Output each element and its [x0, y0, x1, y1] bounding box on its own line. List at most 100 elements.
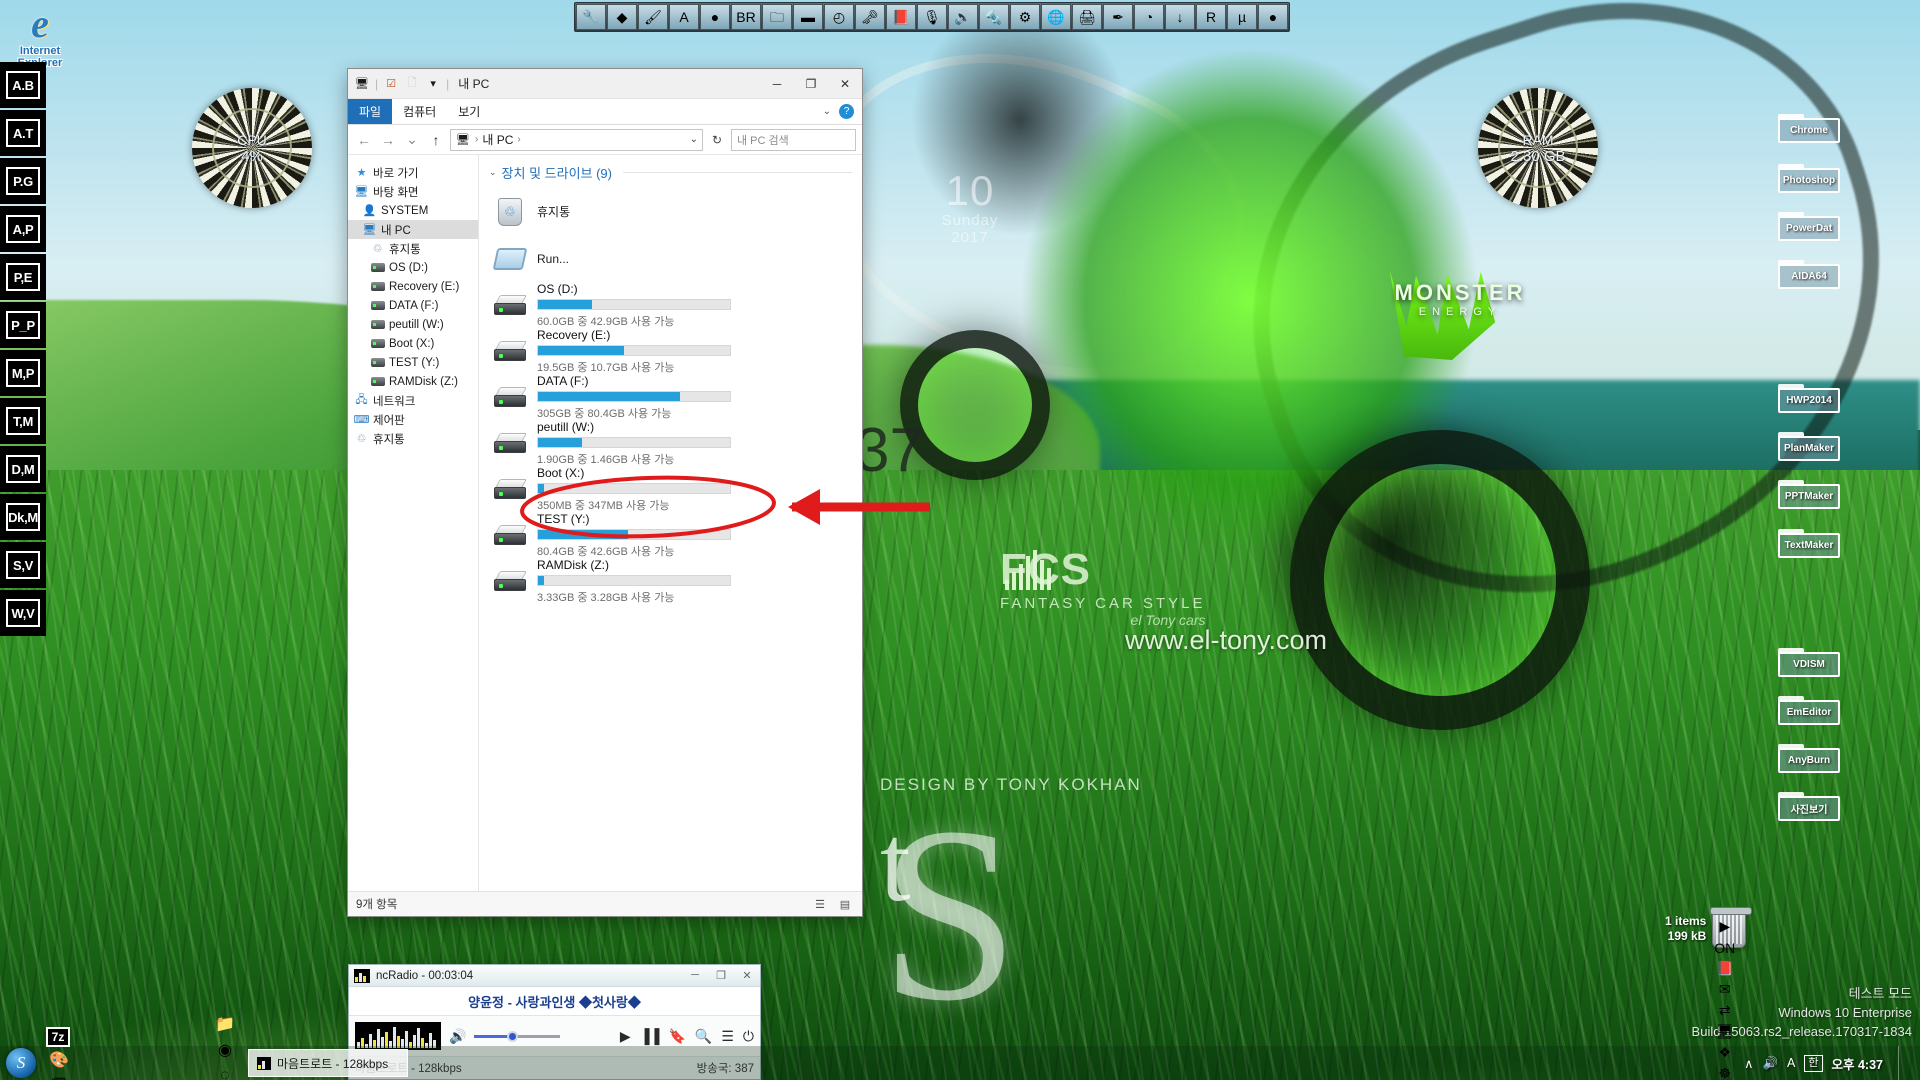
- folder-shortcut-powerdat[interactable]: PowerDat: [1778, 212, 1840, 241]
- diamond-icon[interactable]: ◆: [607, 4, 637, 30]
- globe-icon[interactable]: 🌐: [1041, 4, 1071, 30]
- monitor-tray-icon[interactable]: 🖥: [1714, 1021, 1735, 1042]
- explorer-drive-list[interactable]: OS (D:) 60.0GB 중 42.9GB 사용 가능 Recovery (E:…: [489, 282, 852, 604]
- tree-item--[interactable]: ♲ 휴지통: [348, 239, 478, 258]
- butterfly-tray-icon[interactable]: ✉: [1714, 979, 1735, 1000]
- tree-item-peutill-w-[interactable]: peutill (W:): [348, 315, 478, 334]
- show-hidden-icons-button[interactable]: ∧: [1744, 1056, 1753, 1071]
- brush-icon[interactable]: 🖌: [638, 4, 668, 30]
- folder-shortcut-vdism[interactable]: VDISM: [1778, 648, 1840, 677]
- desktop-shortcut-1[interactable]: A.T: [0, 110, 46, 156]
- player-window-controls[interactable]: ─ ❐ ✕: [682, 969, 760, 982]
- taskbar-running-icons[interactable]: 📁◉◌▒: [212, 1011, 238, 1080]
- swirl-icon[interactable]: ◔: [1134, 4, 1164, 30]
- desktop-shortcut-11[interactable]: W,V: [0, 590, 46, 636]
- start-button[interactable]: S: [6, 1048, 36, 1078]
- drive-icon[interactable]: ▬: [793, 4, 823, 30]
- tab-computer[interactable]: 컴퓨터: [392, 99, 447, 124]
- tab-file[interactable]: 파일: [348, 99, 393, 124]
- desktop-shortcut-0[interactable]: A.B: [0, 62, 46, 108]
- clock-icon[interactable]: ◴: [824, 4, 854, 30]
- desktop-shortcut-8[interactable]: D,M: [0, 446, 46, 492]
- taskbar-clock[interactable]: 오후 4:37: [1832, 1054, 1884, 1073]
- explorer-ribbon-tabs[interactable]: 파일 컴퓨터 보기 ⌄ ?: [348, 99, 862, 125]
- up-button[interactable]: ↑: [426, 132, 446, 148]
- player-title-bar[interactable]: ncRadio - 00:03:04 ─ ❐ ✕: [349, 965, 760, 987]
- help-icon[interactable]: ?: [839, 104, 854, 119]
- printer-icon[interactable]: 🖨: [1072, 4, 1102, 30]
- forward-button[interactable]: →: [378, 132, 398, 148]
- pen-icon[interactable]: ✒: [1103, 4, 1133, 30]
- recent-locations-button[interactable]: ⌄: [402, 131, 422, 148]
- letter-a-icon[interactable]: A: [669, 4, 699, 30]
- customize-qat-icon[interactable]: ▾: [425, 76, 441, 92]
- grapes-tray-icon[interactable]: ☸: [1714, 1063, 1735, 1080]
- search-button[interactable]: 🔍: [695, 1028, 712, 1045]
- mu-icon[interactable]: µ: [1227, 4, 1257, 30]
- player-minimize-button[interactable]: ─: [682, 969, 708, 982]
- file-explorer-icon[interactable]: 📁: [212, 1011, 238, 1037]
- desktop-shortcut-9[interactable]: Dk,M: [0, 494, 46, 540]
- pause-button[interactable]: ▐▐: [640, 1028, 660, 1044]
- player-close-button[interactable]: ✕: [734, 969, 760, 982]
- group-header-devices-and-drives[interactable]: ⌄ 장치 및 드라이브 (9): [489, 163, 852, 182]
- on-tray-icon[interactable]: ON: [1714, 937, 1735, 958]
- new-folder-icon[interactable]: 🗋: [404, 76, 420, 92]
- playlist-button[interactable]: ☰: [721, 1028, 734, 1045]
- wrench-icon[interactable]: 🔩: [979, 4, 1009, 30]
- desktop-shortcut-7[interactable]: T,M: [0, 398, 46, 444]
- tree-item--[interactable]: 🖧 네트워크: [348, 391, 478, 410]
- address-dropdown-icon[interactable]: ⌄: [690, 134, 698, 145]
- folder-shortcut-textmaker[interactable]: TextMaker: [1778, 529, 1840, 558]
- taskbar[interactable]: S 7z🎨🗒 📁◉◌▒ 마음트로트 - 128kbps ▶ON📕✉⇄🖥❖☸◑♣🖳…: [0, 918, 1920, 1080]
- explorer-title-bar[interactable]: 🖥 | ☑ 🗋 ▾ | 내 PC ─ ❐ ✕: [348, 69, 862, 99]
- large-icons-view-button[interactable]: ▤: [836, 896, 854, 913]
- tree-item-ramdisk-z-[interactable]: RAMDisk (Z:): [348, 372, 478, 391]
- tree-item-test-y-[interactable]: TEST (Y:): [348, 353, 478, 372]
- tab-view[interactable]: 보기: [447, 99, 491, 124]
- player-maximize-button[interactable]: ❐: [708, 969, 734, 982]
- drive-row-data-f-[interactable]: DATA (F:) 305GB 중 80.4GB 사용 가능: [489, 374, 852, 420]
- disc-icon[interactable]: ●: [1258, 4, 1288, 30]
- content-item-recycle-bin[interactable]: ♲ 휴지통: [489, 188, 852, 235]
- desktop-shortcut-6[interactable]: M,P: [0, 350, 46, 396]
- desktop-shortcut-3[interactable]: A,P: [0, 206, 46, 252]
- desktop-shortcut-10[interactable]: S,V: [0, 542, 46, 588]
- paint-icon[interactable]: 🎨: [46, 1047, 72, 1073]
- download-icon[interactable]: ↓: [1165, 4, 1195, 30]
- file-explorer-window[interactable]: 🖥 | ☑ 🗋 ▾ | 내 PC ─ ❐ ✕ 파일 컴퓨터 보기 ⌄ ? ← →…: [347, 68, 863, 917]
- player-transport-buttons[interactable]: ▶ ▐▐ 🔖 🔍 ☰ ⏻: [620, 1028, 754, 1045]
- folder-shortcut-emeditor[interactable]: EmEditor: [1778, 696, 1840, 725]
- desktop-icon-internet-explorer[interactable]: e Internet Explorer: [8, 4, 72, 69]
- ime-language-indicator[interactable]: A: [1787, 1056, 1795, 1070]
- drive-row-test-y-[interactable]: TEST (Y:) 80.4GB 중 42.6GB 사용 가능: [489, 512, 852, 558]
- gear-icon[interactable]: ⚙: [1010, 4, 1040, 30]
- folder-shortcut-planmaker[interactable]: PlanMaker: [1778, 432, 1840, 461]
- breadcrumb-this-pc[interactable]: 내 PC: [482, 131, 513, 148]
- drive-row-recovery-e-[interactable]: Recovery (E:) 19.5GB 중 10.7GB 사용 가능: [489, 328, 852, 374]
- folder-shortcut-photoshop[interactable]: Photoshop: [1778, 164, 1840, 193]
- folder-shortcut-pptmaker[interactable]: PPTMaker: [1778, 480, 1840, 509]
- play-button[interactable]: ▶: [620, 1028, 631, 1045]
- explorer-window-controls[interactable]: ─ ❐ ✕: [760, 69, 862, 98]
- tree-item--[interactable]: 🖥 바탕 화면: [348, 182, 478, 201]
- back-button[interactable]: ←: [354, 132, 374, 148]
- maximize-button[interactable]: ❐: [794, 69, 828, 98]
- desktop-shortcut-5[interactable]: P_P: [0, 302, 46, 348]
- tree-item--[interactable]: ♲ 휴지통: [348, 429, 478, 448]
- tool-icon[interactable]: 🔧: [576, 4, 606, 30]
- br-icon[interactable]: BR: [731, 4, 761, 30]
- chevron-down-icon[interactable]: ⌄: [823, 106, 831, 117]
- key-icon[interactable]: 🗝: [855, 4, 885, 30]
- refresh-button[interactable]: ↻: [707, 133, 727, 147]
- ribbon-right-controls[interactable]: ⌄ ?: [823, 99, 862, 124]
- desktop-left-shortcut-column[interactable]: A.B A.T P.G A,P P,E P_P M,P T,M D,M Dk,M S,V W,V: [0, 62, 46, 638]
- seven-zip-icon[interactable]: 7z: [46, 1027, 70, 1047]
- book-icon[interactable]: 📕: [886, 4, 916, 30]
- desktop-shortcut-2[interactable]: P.G: [0, 158, 46, 204]
- details-view-button[interactable]: ☰: [811, 896, 829, 913]
- volume-icon[interactable]: 🔊: [449, 1028, 466, 1045]
- folder-shortcut-hwp2014[interactable]: HWP2014: [1778, 384, 1840, 413]
- taskbar-active-task[interactable]: 마음트로트 - 128kbps: [248, 1049, 408, 1077]
- drive-row-os-d-[interactable]: OS (D:) 60.0GB 중 42.9GB 사용 가능: [489, 282, 852, 328]
